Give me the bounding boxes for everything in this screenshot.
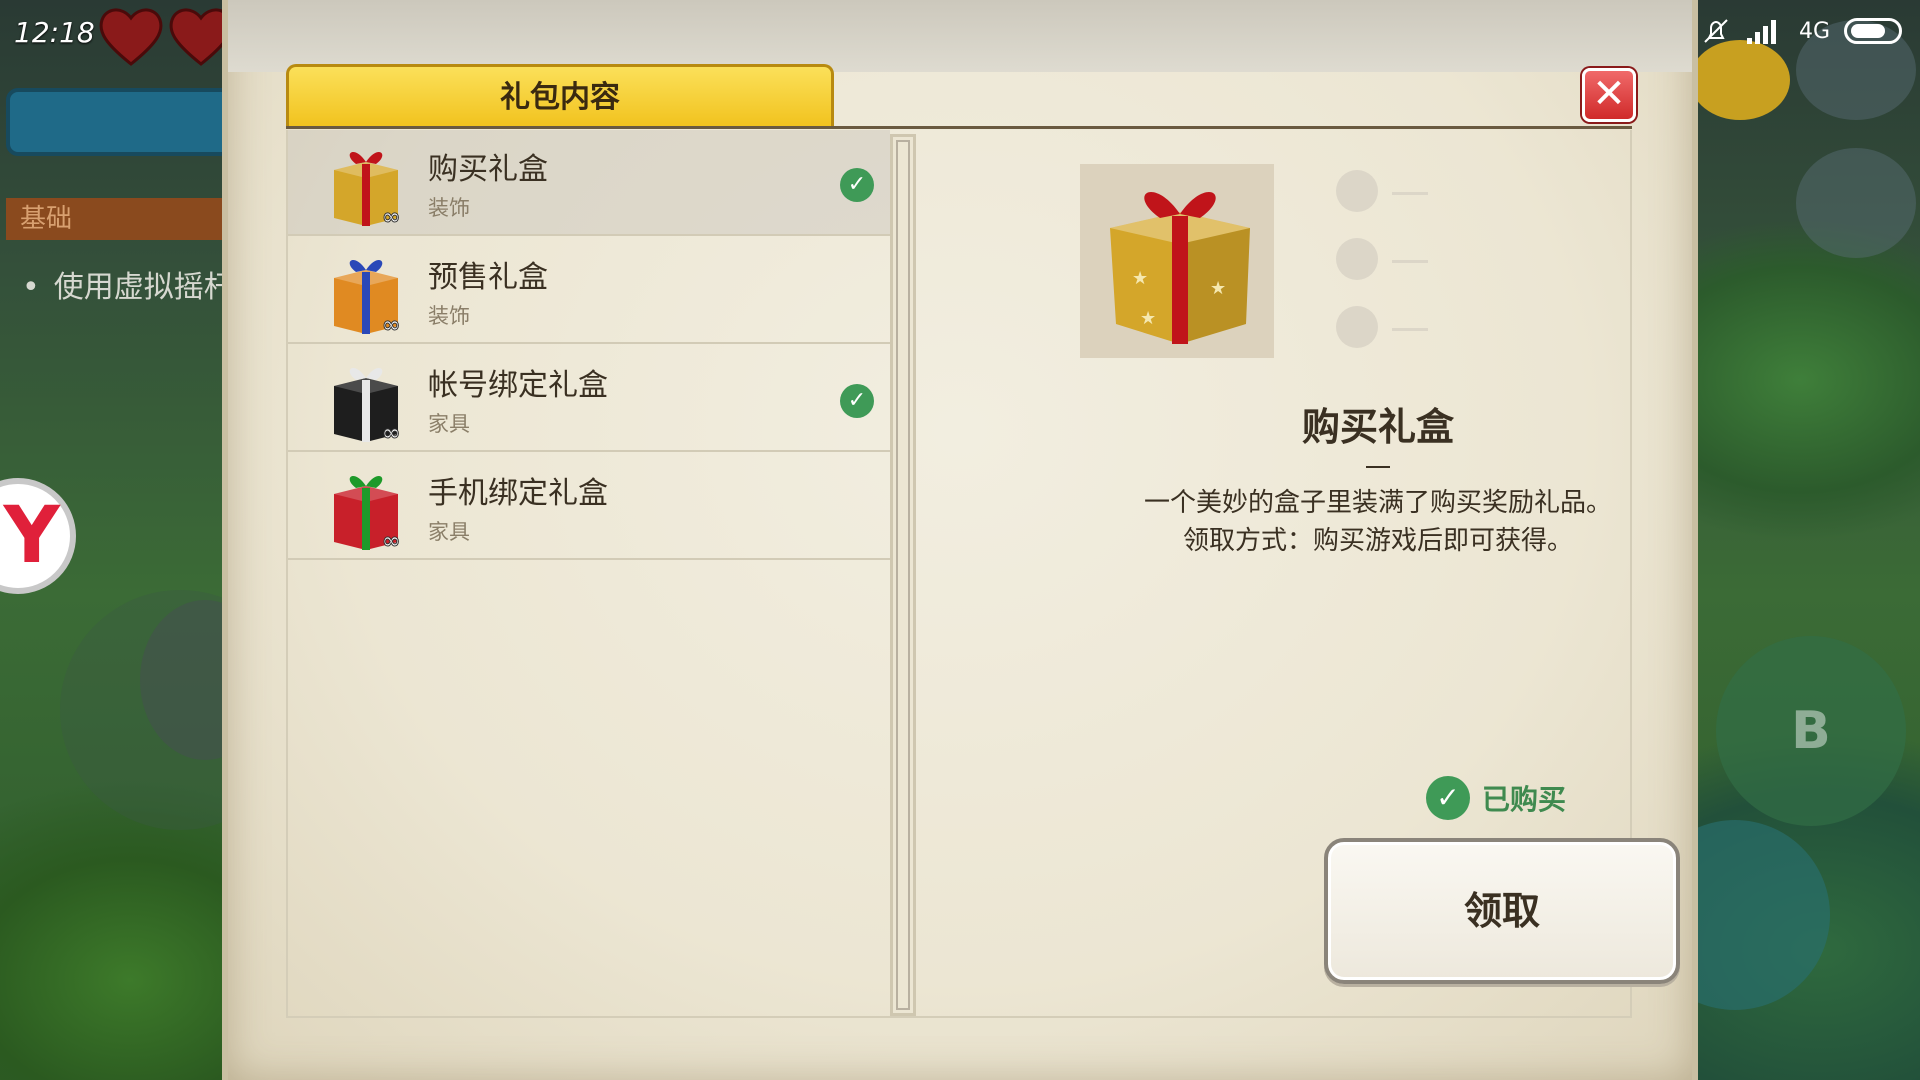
scrollbar-track [896, 140, 910, 1010]
gift-box-icon: ∞ [334, 152, 401, 230]
dialog-top-strip [228, 0, 1692, 72]
svg-text:∞: ∞ [382, 421, 400, 446]
detail-description: 一个美妙的盒子里装满了购买奖励礼品。 领取方式：购买游戏后即可获得。 [1088, 484, 1668, 560]
heart-icon [169, 8, 233, 66]
clock: 12:18 [14, 16, 95, 49]
hud-tab-basic[interactable]: 基础 [6, 198, 246, 240]
owned-status: ✓ 已购买 [1426, 776, 1566, 820]
list-item[interactable]: ∞ 购买礼盒 装饰 ✓ [288, 130, 890, 236]
detail-title: 购买礼盒 [1301, 405, 1454, 449]
detail-preview: ★ ★ ★ [1080, 164, 1274, 358]
svg-text:∞: ∞ [382, 205, 400, 230]
title-separator [1366, 466, 1390, 468]
list-item[interactable]: ∞ 手机绑定礼盒 家具 [288, 454, 890, 560]
item-name: 预售礼盒 [428, 260, 548, 295]
item-name: 手机绑定礼盒 [428, 476, 608, 511]
battery-icon [1844, 18, 1902, 44]
mute-bell-icon [1704, 19, 1728, 43]
variant-dash [1392, 260, 1428, 263]
item-category: 家具 [428, 520, 470, 544]
gift-list: ∞ 购买礼盒 装饰 ✓ ∞ 预售礼盒 装饰 ∞ 帐号绑定礼盒 家具 ✓ ∞ 手机… [288, 130, 890, 1016]
gift-box-icon: ∞ [334, 260, 401, 338]
description-line: 一个美妙的盒子里装满了购买奖励礼品。 [1143, 488, 1612, 518]
item-name: 购买礼盒 [428, 152, 548, 187]
svg-text:∞: ∞ [382, 529, 400, 554]
signal-icon [1746, 20, 1776, 44]
list-scrollbar[interactable] [890, 134, 916, 1016]
list-item[interactable]: ∞ 帐号绑定礼盒 家具 ✓ [288, 346, 890, 452]
variant-dash [1392, 192, 1428, 195]
hud-camera-button[interactable] [1796, 148, 1916, 258]
gift-dialog: 礼包内容 ✕ ∞ 购买礼盒 装饰 ✓ ∞ 预售礼盒 装饰 ∞ 帐号绑定礼盒 家具… [228, 0, 1692, 1080]
gift-box-icon: ∞ [334, 368, 401, 446]
network-type: 4G [1798, 18, 1830, 44]
variant-dot[interactable] [1336, 306, 1378, 348]
close-button[interactable]: ✕ [1582, 68, 1636, 122]
action-button-b[interactable]: B [1716, 636, 1906, 826]
hud-coin-icon [1690, 40, 1790, 120]
item-category: 装饰 [428, 304, 470, 328]
owned-label: 已购买 [1482, 783, 1567, 816]
svg-text:★: ★ [1140, 308, 1156, 329]
claim-button[interactable]: 领取 [1324, 838, 1680, 984]
svg-text:∞: ∞ [382, 313, 400, 338]
svg-text:★: ★ [1132, 268, 1148, 289]
item-category: 装饰 [428, 196, 470, 220]
item-name: 帐号绑定礼盒 [428, 368, 608, 403]
list-item[interactable]: ∞ 预售礼盒 装饰 [288, 238, 890, 344]
check-icon: ✓ [1426, 776, 1470, 820]
variant-dot[interactable] [1336, 238, 1378, 280]
description-line: 领取方式：购买游戏后即可获得。 [1182, 526, 1573, 556]
heart-icon [99, 8, 163, 66]
variant-dot[interactable] [1336, 170, 1378, 212]
variant-dash [1392, 328, 1428, 331]
svg-text:★: ★ [1210, 278, 1226, 299]
status-bar-right: 4G [1701, 16, 1902, 46]
tab-gift-contents[interactable]: 礼包内容 [286, 64, 834, 128]
hud-bar [6, 88, 254, 156]
header-divider [286, 126, 1632, 129]
owned-check-icon: ✓ [840, 168, 874, 202]
owned-check-icon: ✓ [840, 384, 874, 418]
gift-box-icon: ∞ [334, 476, 401, 554]
gift-box-icon: ★ ★ ★ [1110, 192, 1250, 344]
hud-hint-text: 使用虚拟摇杆 [22, 262, 234, 306]
item-category: 家具 [428, 412, 470, 436]
